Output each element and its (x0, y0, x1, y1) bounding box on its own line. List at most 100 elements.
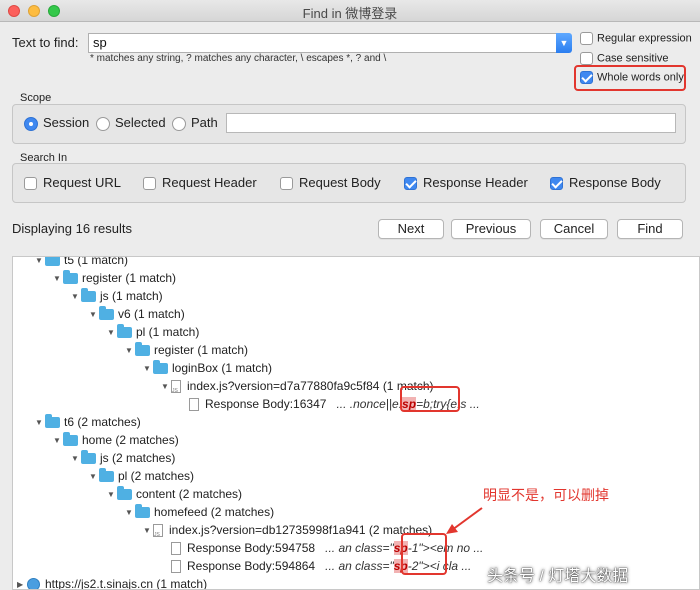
request-url-checkbox[interactable] (24, 177, 37, 191)
expanded-triangle-icon[interactable]: ▼ (71, 288, 81, 306)
results-summary: Displaying 16 results (12, 221, 132, 236)
selected-label: Selected (115, 115, 166, 130)
tree-node-pl-2[interactable]: ▼ pl (2 matches) (89, 467, 194, 485)
response-body-checkbox[interactable] (550, 177, 563, 191)
tree-node-js-2[interactable]: ▼ js (2 matches) (71, 449, 175, 467)
expanded-triangle-icon[interactable]: ▼ (53, 432, 63, 450)
tree-node-file-1[interactable]: ▼index.js?version=d7a77880fa9c5f84 (1 ma… (161, 377, 434, 400)
request-body-checkbox[interactable] (280, 177, 293, 191)
folder-icon (81, 288, 96, 303)
scope-title: Scope (20, 92, 52, 104)
folder-icon (45, 257, 60, 267)
tree-node-home[interactable]: ▼ home (2 matches) (53, 431, 179, 449)
case-sensitive-option[interactable]: Case sensitive (580, 52, 669, 65)
scope-path-option[interactable]: Path (172, 115, 218, 131)
expanded-triangle-icon[interactable]: ▼ (143, 360, 153, 378)
path-radio[interactable] (172, 116, 186, 131)
tree-node-content[interactable]: ▼ content (2 matches) (107, 485, 242, 503)
selected-radio[interactable] (96, 116, 110, 131)
request-header-label: Request Header (162, 175, 257, 190)
folder-icon (99, 306, 114, 321)
search-in-request-url[interactable]: Request URL (24, 175, 122, 191)
search-in-request-body[interactable]: Request Body (280, 175, 381, 191)
response-header-label: Response Header (423, 175, 528, 190)
search-in-request-header[interactable]: Request Header (143, 175, 257, 191)
tree-node-js[interactable]: ▼ js (1 match) (71, 287, 163, 305)
request-header-checkbox[interactable] (143, 177, 156, 191)
session-radio[interactable] (24, 116, 38, 131)
tree-node-pl[interactable]: ▼ pl (1 match) (107, 323, 199, 341)
previous-button[interactable]: Previous (451, 219, 531, 239)
folder-icon (117, 324, 132, 339)
document-icon (189, 398, 199, 412)
cancel-button[interactable]: Cancel (540, 219, 608, 239)
path-label: Path (191, 115, 218, 130)
highlight-box-whole-words (574, 65, 686, 91)
tree-node-file-2[interactable]: ▼index.js?version=db12735998f1a941 (2 ma… (143, 521, 432, 544)
search-in-title: Search In (20, 152, 68, 164)
results-tree[interactable]: ▼ t5 (1 match) ▼ register (1 match) ▼ js (1… (12, 256, 700, 590)
highlight-box-match-1 (400, 386, 460, 412)
expanded-triangle-icon[interactable]: ▼ (107, 324, 117, 342)
document-icon (171, 560, 181, 574)
folder-icon (135, 342, 150, 357)
watermark: 头条号 / 灯塔大数据 (487, 568, 629, 585)
title-bar: Find in 微博登录 (0, 0, 700, 22)
tree-node-host[interactable]: ▶ https://js2.t.sinajs.cn (1 match) (17, 575, 207, 589)
regex-option[interactable]: Regular expression (580, 32, 692, 45)
case-sensitive-checkbox[interactable] (580, 52, 593, 65)
document-icon (171, 542, 181, 556)
folder-icon (117, 486, 132, 501)
expanded-triangle-icon[interactable]: ▼ (125, 342, 135, 360)
globe-icon (27, 578, 40, 589)
expanded-triangle-icon[interactable]: ▼ (107, 486, 117, 504)
search-in-response-header[interactable]: Response Header (404, 175, 528, 191)
folder-icon (153, 360, 168, 375)
response-body-label: Response Body (569, 175, 661, 190)
expanded-triangle-icon[interactable]: ▼ (161, 378, 171, 396)
next-button[interactable]: Next (378, 219, 444, 239)
folder-icon (63, 432, 78, 447)
expanded-triangle-icon[interactable]: ▼ (53, 270, 63, 288)
expanded-triangle-icon[interactable]: ▼ (35, 257, 45, 270)
tree-node-v6[interactable]: ▼ v6 (1 match) (89, 305, 185, 323)
tree-node-homefeed[interactable]: ▼ homefeed (2 matches) (125, 503, 274, 521)
folder-icon (135, 504, 150, 519)
case-sensitive-label: Case sensitive (597, 52, 669, 65)
expanded-triangle-icon[interactable]: ▼ (143, 522, 153, 540)
wildcard-hint: * matches any string, ? matches any char… (90, 53, 387, 64)
scope-session-option[interactable]: Session (24, 115, 89, 131)
expanded-triangle-icon[interactable]: ▼ (125, 504, 135, 522)
tree-node-register[interactable]: ▼ register (1 match) (53, 269, 176, 287)
folder-icon (99, 468, 114, 483)
tree-node-t6[interactable]: ▼ t6 (2 matches) (35, 413, 141, 431)
path-input[interactable] (226, 113, 676, 133)
search-in-response-body[interactable]: Response Body (550, 175, 661, 191)
expanded-triangle-icon[interactable]: ▼ (89, 306, 99, 324)
text-to-find-input[interactable]: sp (88, 33, 558, 53)
find-button[interactable]: Find (617, 219, 683, 239)
annotation-arrow (446, 507, 483, 534)
regex-checkbox[interactable] (580, 32, 593, 45)
window-title: Find in 微博登录 (302, 6, 398, 21)
scope-selected-option[interactable]: Selected (96, 115, 166, 131)
expanded-triangle-icon[interactable]: ▼ (71, 450, 81, 468)
annotation-note: 明显不是，可以删掉 (483, 487, 609, 503)
chevron-down-icon: ▼ (559, 38, 569, 48)
session-label: Session (43, 115, 90, 130)
tree-node-t5[interactable]: ▼ t5 (1 match) (35, 257, 128, 270)
expanded-triangle-icon[interactable]: ▼ (89, 468, 99, 486)
collapsed-triangle-icon[interactable]: ▶ (17, 576, 27, 589)
expanded-triangle-icon[interactable]: ▼ (35, 414, 45, 432)
request-url-label: Request URL (43, 175, 122, 190)
folder-icon (81, 450, 96, 465)
match-snippet: ... an class="sp-2"><i cla ... (325, 559, 472, 573)
regex-label: Regular expression (597, 32, 692, 45)
tree-node-loginbox[interactable]: ▼ loginBox (1 match) (143, 359, 272, 377)
history-dropdown-button[interactable]: ▼ (556, 33, 572, 53)
request-body-label: Request Body (299, 175, 381, 190)
folder-icon (45, 414, 60, 429)
folder-icon (63, 270, 78, 285)
response-header-checkbox[interactable] (404, 177, 417, 191)
tree-node-register-2[interactable]: ▼ register (1 match) (125, 341, 248, 359)
